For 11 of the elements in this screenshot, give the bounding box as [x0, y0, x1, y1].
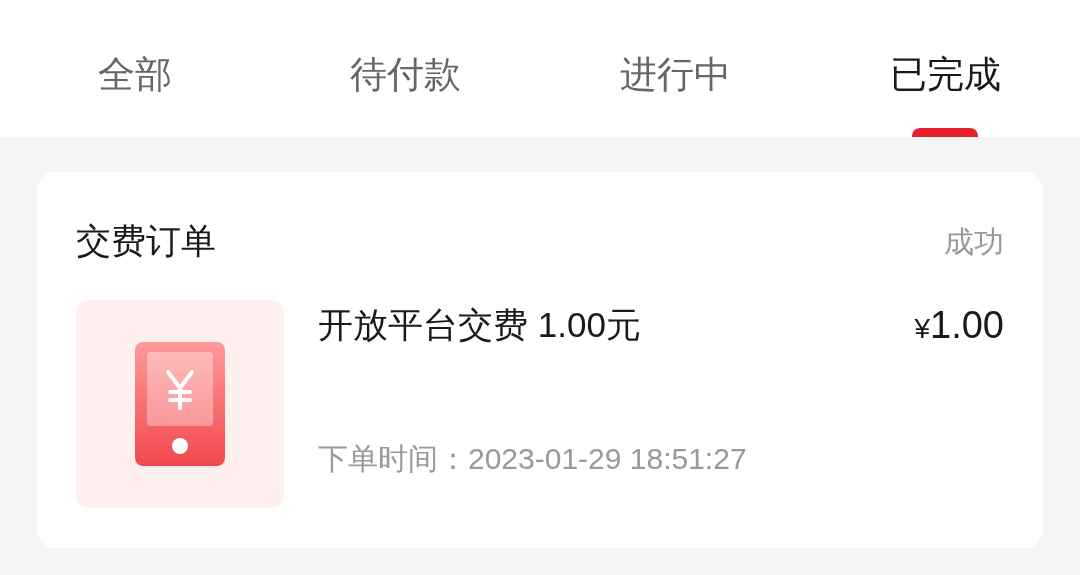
tab[interactable]: 进行中	[619, 50, 731, 100]
tab[interactable]: 待付款	[349, 50, 461, 100]
order-title: 交费订单	[76, 219, 216, 262]
item-name: 开放平台交费 1.00元	[318, 304, 641, 346]
phone-payment-icon	[135, 342, 225, 466]
order-status: 成功	[944, 223, 1004, 260]
order-time: 下单时间：2023-01-29 18:51:27	[318, 441, 748, 477]
tab[interactable]: 已完成	[889, 50, 1001, 100]
tab[interactable]: 全部	[98, 50, 172, 100]
tab-indicator	[912, 128, 978, 137]
item-price: ¥1.00	[914, 303, 1004, 348]
